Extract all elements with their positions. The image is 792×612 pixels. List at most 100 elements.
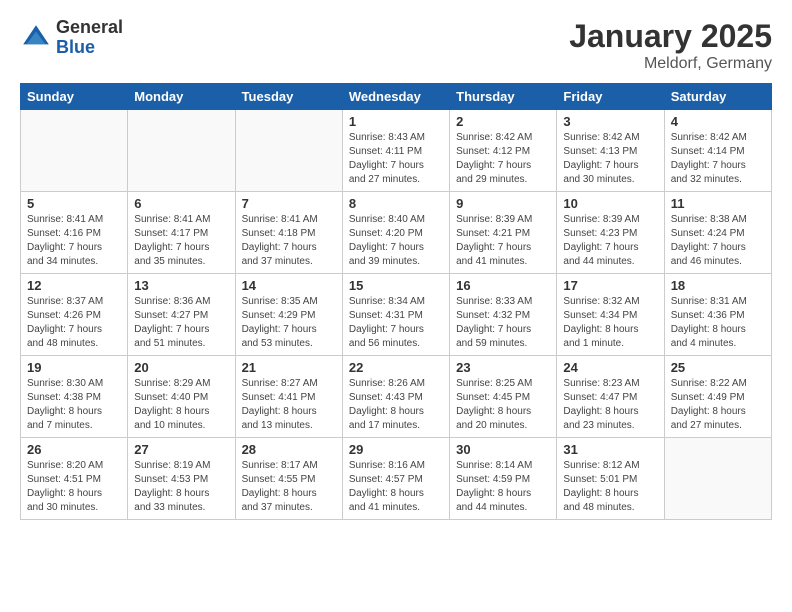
table-row: 10Sunrise: 8:39 AM Sunset: 4:23 PM Dayli…	[557, 192, 664, 274]
day-number: 14	[242, 278, 336, 293]
day-info: Sunrise: 8:20 AM Sunset: 4:51 PM Dayligh…	[27, 459, 121, 515]
day-info: Sunrise: 8:35 AM Sunset: 4:29 PM Dayligh…	[242, 295, 336, 351]
table-row: 21 Sunrise: 8:27 AM Sunset: 4:41 PM Dayli…	[235, 356, 342, 438]
day-number: 20	[134, 360, 228, 375]
day-number: 17	[563, 278, 657, 293]
calendar-week-row: 5 Sunrise: 8:41 AM Sunset: 4:16 PM Daylig…	[21, 192, 772, 274]
day-info: Sunrise: 8:41 AM Sunset: 4:16 PM Dayligh…	[27, 213, 121, 269]
calendar-header-row: Sunday Monday Tuesday Wednesday Thursday…	[21, 84, 772, 110]
table-row: 26 Sunrise: 8:20 AM Sunset: 4:51 PM Dayli…	[21, 438, 128, 520]
page: General Blue January 2025 Meldorf, Germa…	[0, 0, 792, 530]
table-row: 25Sunrise: 8:22 AM Sunset: 4:49 PM Dayli…	[664, 356, 771, 438]
calendar-week-row: 12Sunrise: 8:37 AM Sunset: 4:26 PM Dayli…	[21, 274, 772, 356]
day-info: Sunrise: 8:38 AM Sunset: 4:24 PM Dayligh…	[671, 213, 765, 269]
header-sunday: Sunday	[21, 84, 128, 110]
header-friday: Friday	[557, 84, 664, 110]
table-row: 3 Sunrise: 8:42 AM Sunset: 4:13 PM Daylig…	[557, 110, 664, 192]
page-subtitle: Meldorf, Germany	[569, 55, 772, 73]
day-info: Sunrise: 8:31 AM Sunset: 4:36 PM Dayligh…	[671, 295, 765, 351]
day-info: Sunrise: 8:32 AM Sunset: 4:34 PM Dayligh…	[563, 295, 657, 351]
table-row: 24Sunrise: 8:23 AM Sunset: 4:47 PM Dayli…	[557, 356, 664, 438]
day-info: Sunrise: 8:40 AM Sunset: 4:20 PM Dayligh…	[349, 213, 443, 269]
day-info: Sunrise: 8:29 AM Sunset: 4:40 PM Dayligh…	[134, 377, 228, 433]
day-info: Sunrise: 8:27 AM Sunset: 4:41 PM Dayligh…	[242, 377, 336, 433]
table-row: 12Sunrise: 8:37 AM Sunset: 4:26 PM Dayli…	[21, 274, 128, 356]
day-info: Sunrise: 8:22 AM Sunset: 4:49 PM Dayligh…	[671, 377, 765, 433]
page-title: January 2025	[569, 18, 772, 55]
day-info: Sunrise: 8:19 AM Sunset: 4:53 PM Dayligh…	[134, 459, 228, 515]
header-monday: Monday	[128, 84, 235, 110]
calendar-week-row: 26 Sunrise: 8:20 AM Sunset: 4:51 PM Dayli…	[21, 438, 772, 520]
logo-blue-text: Blue	[56, 38, 123, 58]
table-row: 1 Sunrise: 8:43 AM Sunset: 4:11 PM Daylig…	[342, 110, 449, 192]
header-wednesday: Wednesday	[342, 84, 449, 110]
table-row	[21, 110, 128, 192]
day-info: Sunrise: 8:33 AM Sunset: 4:32 PM Dayligh…	[456, 295, 550, 351]
day-info: Sunrise: 8:30 AM Sunset: 4:38 PM Dayligh…	[27, 377, 121, 433]
table-row: 8Sunrise: 8:40 AM Sunset: 4:20 PM Daylig…	[342, 192, 449, 274]
table-row: 27Sunrise: 8:19 AM Sunset: 4:53 PM Dayli…	[128, 438, 235, 520]
header-tuesday: Tuesday	[235, 84, 342, 110]
day-number: 6	[134, 196, 228, 211]
day-info: Sunrise: 8:36 AM Sunset: 4:27 PM Dayligh…	[134, 295, 228, 351]
day-number: 15	[349, 278, 443, 293]
table-row: 30 Sunrise: 8:14 AM Sunset: 4:59 PM Dayli…	[450, 438, 557, 520]
table-row: 22Sunrise: 8:26 AM Sunset: 4:43 PM Dayli…	[342, 356, 449, 438]
table-row: 6 Sunrise: 8:41 AM Sunset: 4:17 PM Daylig…	[128, 192, 235, 274]
day-info: Sunrise: 8:12 AM Sunset: 5:01 PM Dayligh…	[563, 459, 657, 515]
table-row	[235, 110, 342, 192]
day-info: Sunrise: 8:39 AM Sunset: 4:21 PM Dayligh…	[456, 213, 550, 269]
calendar-week-row: 1 Sunrise: 8:43 AM Sunset: 4:11 PM Daylig…	[21, 110, 772, 192]
table-row: 23 Sunrise: 8:25 AM Sunset: 4:45 PM Dayli…	[450, 356, 557, 438]
day-number: 23	[456, 360, 550, 375]
day-info: Sunrise: 8:17 AM Sunset: 4:55 PM Dayligh…	[242, 459, 336, 515]
table-row: 16 Sunrise: 8:33 AM Sunset: 4:32 PM Dayli…	[450, 274, 557, 356]
table-row	[128, 110, 235, 192]
day-info: Sunrise: 8:23 AM Sunset: 4:47 PM Dayligh…	[563, 377, 657, 433]
table-row: 29Sunrise: 8:16 AM Sunset: 4:57 PM Dayli…	[342, 438, 449, 520]
day-number: 22	[349, 360, 443, 375]
day-number: 5	[27, 196, 121, 211]
day-number: 31	[563, 442, 657, 457]
day-info: Sunrise: 8:43 AM Sunset: 4:11 PM Dayligh…	[349, 131, 443, 187]
day-info: Sunrise: 8:41 AM Sunset: 4:17 PM Dayligh…	[134, 213, 228, 269]
table-row: 9 Sunrise: 8:39 AM Sunset: 4:21 PM Daylig…	[450, 192, 557, 274]
day-number: 26	[27, 442, 121, 457]
day-number: 30	[456, 442, 550, 457]
day-number: 11	[671, 196, 765, 211]
day-number: 3	[563, 114, 657, 129]
table-row: 5 Sunrise: 8:41 AM Sunset: 4:16 PM Daylig…	[21, 192, 128, 274]
day-info: Sunrise: 8:25 AM Sunset: 4:45 PM Dayligh…	[456, 377, 550, 433]
day-number: 1	[349, 114, 443, 129]
day-info: Sunrise: 8:42 AM Sunset: 4:13 PM Dayligh…	[563, 131, 657, 187]
day-number: 21	[242, 360, 336, 375]
header-thursday: Thursday	[450, 84, 557, 110]
calendar-table: Sunday Monday Tuesday Wednesday Thursday…	[20, 83, 772, 520]
table-row: 18 Sunrise: 8:31 AM Sunset: 4:36 PM Dayli…	[664, 274, 771, 356]
day-number: 18	[671, 278, 765, 293]
day-info: Sunrise: 8:39 AM Sunset: 4:23 PM Dayligh…	[563, 213, 657, 269]
table-row: 11 Sunrise: 8:38 AM Sunset: 4:24 PM Dayli…	[664, 192, 771, 274]
table-row: 7 Sunrise: 8:41 AM Sunset: 4:18 PM Daylig…	[235, 192, 342, 274]
table-row: 15Sunrise: 8:34 AM Sunset: 4:31 PM Dayli…	[342, 274, 449, 356]
table-row: 28 Sunrise: 8:17 AM Sunset: 4:55 PM Dayli…	[235, 438, 342, 520]
day-info: Sunrise: 8:41 AM Sunset: 4:18 PM Dayligh…	[242, 213, 336, 269]
header-saturday: Saturday	[664, 84, 771, 110]
table-row: 19Sunrise: 8:30 AM Sunset: 4:38 PM Dayli…	[21, 356, 128, 438]
table-row: 20 Sunrise: 8:29 AM Sunset: 4:40 PM Dayli…	[128, 356, 235, 438]
day-info: Sunrise: 8:16 AM Sunset: 4:57 PM Dayligh…	[349, 459, 443, 515]
day-number: 2	[456, 114, 550, 129]
title-block: January 2025 Meldorf, Germany	[569, 18, 772, 73]
table-row	[664, 438, 771, 520]
day-number: 13	[134, 278, 228, 293]
day-number: 9	[456, 196, 550, 211]
day-info: Sunrise: 8:14 AM Sunset: 4:59 PM Dayligh…	[456, 459, 550, 515]
calendar-week-row: 19Sunrise: 8:30 AM Sunset: 4:38 PM Dayli…	[21, 356, 772, 438]
day-number: 7	[242, 196, 336, 211]
table-row: 17 Sunrise: 8:32 AM Sunset: 4:34 PM Dayli…	[557, 274, 664, 356]
day-number: 16	[456, 278, 550, 293]
table-row: 14 Sunrise: 8:35 AM Sunset: 4:29 PM Dayli…	[235, 274, 342, 356]
day-number: 4	[671, 114, 765, 129]
day-info: Sunrise: 8:42 AM Sunset: 4:14 PM Dayligh…	[671, 131, 765, 187]
day-number: 28	[242, 442, 336, 457]
